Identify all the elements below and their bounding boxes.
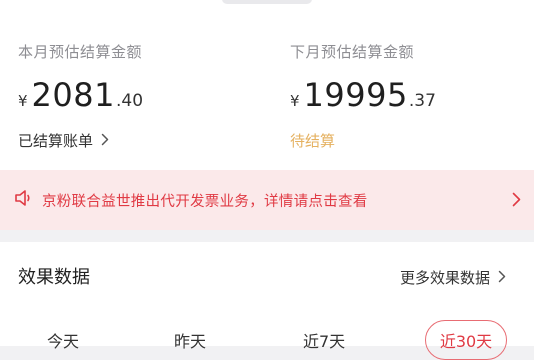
amount-decimal: .37 xyxy=(408,91,436,111)
amount-decimal: .40 xyxy=(115,91,144,111)
chevron-right-icon xyxy=(512,192,521,211)
earnings-card: 本月预估结算金额 ¥ 2081 .40 已结算账单 下月预估结算金额 ¥ 199… xyxy=(0,0,534,170)
notice-banner[interactable]: 京粉联合益世推出代开发票业务，详情请点击查看 xyxy=(0,170,534,230)
speaker-icon xyxy=(14,189,34,211)
currency-symbol: ¥ xyxy=(18,92,28,110)
next-month-label: 下月预估结算金额 xyxy=(290,43,415,61)
this-month-amount: ¥ 2081 .40 xyxy=(18,76,143,114)
amount-integer: 2081 xyxy=(31,76,115,114)
settled-bills-label: 已结算账单 xyxy=(18,132,94,150)
more-effect-data-label: 更多效果数据 xyxy=(400,269,491,287)
this-month-label: 本月预估结算金额 xyxy=(18,43,143,61)
chevron-right-icon xyxy=(101,132,109,150)
settled-bills-link[interactable]: 已结算账单 xyxy=(18,130,109,151)
effect-data-card: 效果数据 更多效果数据 今天 昨天 近7天 近30天 xyxy=(0,242,534,360)
tab-yesterday[interactable]: 昨天 xyxy=(174,328,206,352)
section-title: 效果数据 xyxy=(18,267,90,288)
tab-today[interactable]: 今天 xyxy=(47,328,79,352)
tab-last-7-days[interactable]: 近7天 xyxy=(303,328,345,352)
top-handle xyxy=(222,0,312,4)
next-month-amount: ¥ 19995 .37 xyxy=(290,76,436,114)
tab-last-30-days[interactable]: 近30天 xyxy=(425,320,507,360)
amount-integer: 19995 xyxy=(303,76,408,114)
chevron-right-icon xyxy=(498,269,506,287)
notice-text: 京粉联合益世推出代开发票业务，详情请点击查看 xyxy=(42,194,368,210)
currency-symbol: ¥ xyxy=(290,92,300,110)
pending-status: 待结算 xyxy=(290,132,336,150)
more-effect-data-link[interactable]: 更多效果数据 xyxy=(400,267,506,288)
